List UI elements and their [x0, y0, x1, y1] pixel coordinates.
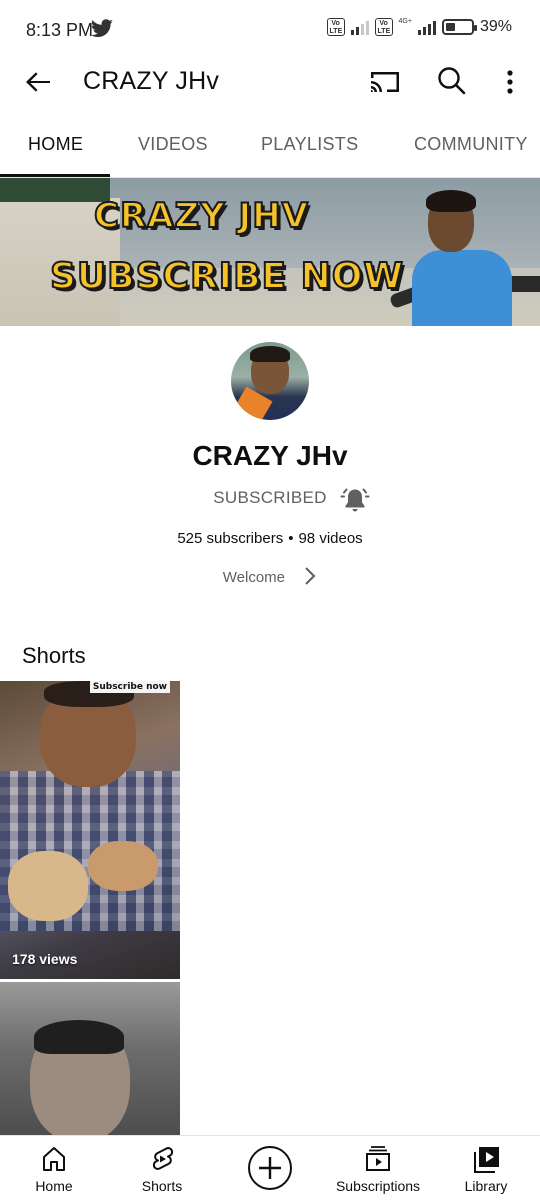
signal-strength-icon-2	[417, 19, 436, 35]
short-2-hair	[34, 1020, 124, 1054]
battery-level	[445, 23, 455, 31]
nav-create[interactable]	[230, 1136, 310, 1200]
avatar-hair	[250, 346, 290, 362]
more-options-button[interactable]	[498, 64, 522, 100]
status-bar: 8:13 PM Vo LTE Vo LTE 4G+ 39%	[0, 0, 540, 60]
channel-avatar[interactable]	[231, 342, 309, 420]
status-indicators: Vo LTE Vo LTE 4G+ 39%	[326, 17, 512, 36]
volte-icon: Vo LTE	[326, 18, 345, 36]
nav-home-label: Home	[35, 1178, 73, 1194]
tab-playlists[interactable]: PLAYLISTS	[261, 134, 358, 155]
banner-line-2: SUBSCRIBE NOW	[49, 255, 405, 298]
channel-banner: CRAZY JHV SUBSCRIBE NOW	[0, 178, 540, 326]
arrow-left-icon	[26, 72, 50, 92]
battery-icon	[441, 19, 477, 35]
twitter-notification-icon	[90, 19, 114, 44]
short-1-hand	[88, 841, 158, 891]
tab-community[interactable]: COMMUNITY	[414, 134, 528, 155]
search-button[interactable]	[432, 63, 472, 99]
bottom-navigation: Home Shorts Subscriptions Library	[0, 1135, 540, 1200]
banner-person-body	[412, 250, 512, 326]
shorts-icon	[147, 1144, 177, 1179]
nav-library[interactable]: Library	[446, 1136, 526, 1200]
cast-icon	[371, 72, 399, 92]
nav-shorts-label: Shorts	[141, 1178, 183, 1194]
channel-description: Welcome	[222, 568, 286, 586]
short-1-subscribe-tag: Subscribe now	[89, 681, 170, 693]
notification-bell-button[interactable]	[339, 484, 371, 516]
battery-percent: 39%	[479, 18, 512, 35]
app-bar-title: CRAZY JHv	[83, 67, 220, 95]
short-1-views: 178 views	[12, 951, 78, 967]
bell-ringing-icon	[340, 488, 370, 512]
stats-separator: •	[288, 530, 294, 547]
subscriptions-icon	[363, 1144, 393, 1179]
banner-person-hair	[426, 190, 476, 212]
short-1-hands	[8, 831, 168, 921]
tab-home[interactable]: HOME	[28, 134, 83, 155]
back-button[interactable]	[20, 64, 56, 100]
volte-icon-2: Vo LTE	[374, 18, 393, 36]
nav-shorts[interactable]: Shorts	[122, 1136, 202, 1200]
home-icon	[39, 1144, 69, 1179]
nav-subscriptions-label: Subscriptions	[335, 1178, 421, 1194]
active-tab-indicator	[0, 174, 110, 177]
create-plus-icon	[246, 1144, 294, 1197]
tab-videos[interactable]: VIDEOS	[138, 134, 208, 155]
status-time: 8:13 PM	[26, 20, 94, 40]
channel-stats: 525 subscribers • 98 videos	[0, 530, 540, 547]
cast-button[interactable]	[365, 64, 405, 100]
more-vertical-icon	[507, 70, 513, 94]
channel-name: CRAZY JHv	[192, 440, 348, 471]
shorts-section-heading: Shorts	[22, 643, 86, 668]
nav-subscriptions[interactable]: Subscriptions	[332, 1136, 424, 1200]
short-thumbnail-2[interactable]	[0, 982, 180, 1142]
signal-strength-icon	[350, 19, 369, 35]
search-icon	[438, 67, 466, 95]
banner-line-1: CRAZY JHV	[93, 195, 309, 237]
video-count: 98 videos	[298, 530, 363, 547]
short-thumbnail-1[interactable]: Subscribe now 178 views	[0, 681, 180, 979]
channel-description-link[interactable]: Welcome	[0, 566, 540, 590]
network-type: 4G+	[398, 17, 412, 25]
subscribed-button[interactable]: SUBSCRIBED	[210, 488, 330, 516]
channel-tabs: HOME VIDEOS PLAYLISTS COMMUNITY	[0, 122, 540, 178]
subscriber-count: 525 subscribers	[177, 530, 284, 547]
nav-home[interactable]: Home	[14, 1136, 94, 1200]
banner-person-image	[388, 190, 540, 326]
nav-library-label: Library	[464, 1178, 508, 1194]
chevron-right-icon	[303, 566, 317, 590]
short-1-fruit	[8, 851, 88, 921]
app-bar: CRAZY JHv	[0, 56, 540, 106]
library-icon	[471, 1144, 501, 1179]
